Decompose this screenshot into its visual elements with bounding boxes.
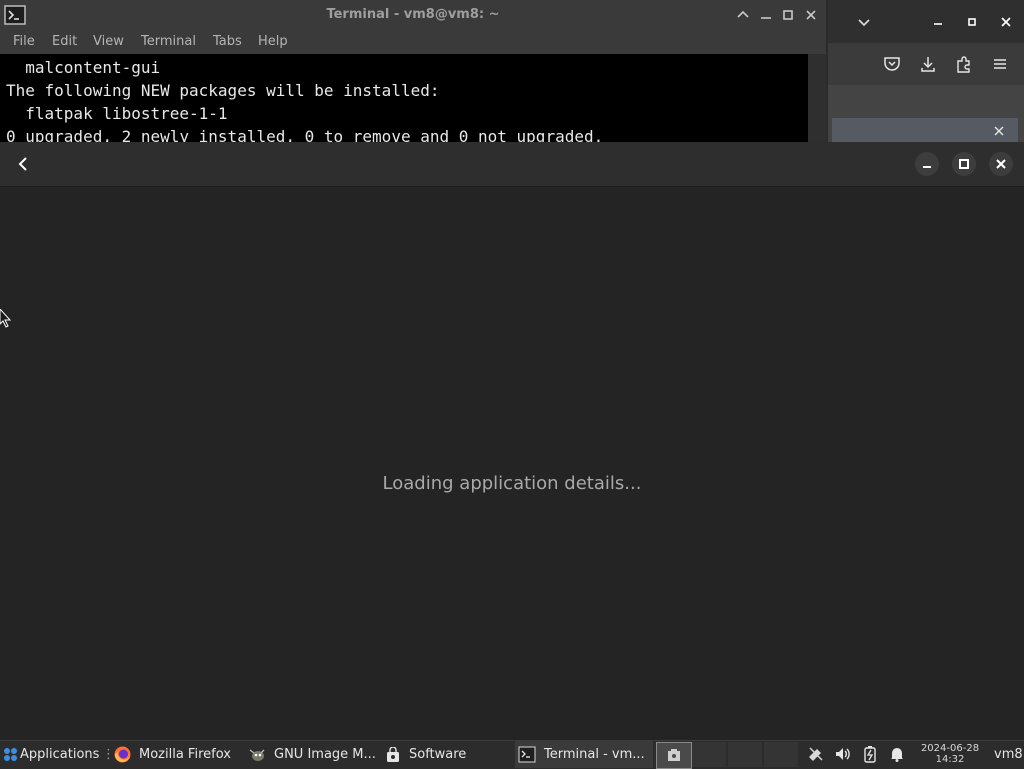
clock-time[interactable]: 14:32 xyxy=(914,754,986,765)
menu-terminal[interactable]: Terminal xyxy=(141,30,196,54)
maximize-button[interactable] xyxy=(952,152,976,176)
loading-message: Loading application details... xyxy=(382,473,642,494)
workspace-2[interactable] xyxy=(692,742,726,767)
notification-bell-icon[interactable] xyxy=(888,745,906,763)
close-button[interactable] xyxy=(989,152,1013,176)
mouse-cursor-icon xyxy=(0,309,12,329)
close-icon xyxy=(996,159,1006,169)
terminal-line: flatpak libostree-1-1 xyxy=(6,104,228,123)
battery-charging-icon[interactable] xyxy=(861,745,879,763)
menu-view[interactable]: View xyxy=(93,30,124,54)
volume-icon[interactable] xyxy=(834,745,852,763)
minimize-icon[interactable] xyxy=(929,13,947,31)
terminal-line: 0 upgraded, 2 newly installed, 0 to remo… xyxy=(6,127,604,142)
taskbar-item-gimp[interactable]: GNU Image M... xyxy=(244,741,382,768)
taskbar-item-label: GNU Image M... xyxy=(274,747,376,762)
firefox-icon xyxy=(114,746,131,763)
menu-edit[interactable]: Edit xyxy=(52,30,77,54)
chevron-up-icon[interactable] xyxy=(734,6,752,24)
maximize-icon[interactable] xyxy=(963,13,981,31)
pocket-icon[interactable] xyxy=(882,54,902,74)
menu-help[interactable]: Help xyxy=(258,30,288,54)
xfce-logo-icon xyxy=(4,748,17,761)
software-headerbar[interactable] xyxy=(0,142,1024,187)
gimp-icon xyxy=(249,749,265,761)
minimize-icon xyxy=(923,166,931,168)
terminal-line: malcontent-gui xyxy=(6,58,161,77)
taskbar-item-label: Terminal - vm... xyxy=(544,747,645,762)
terminal-scrollbar[interactable] xyxy=(808,54,826,142)
close-icon[interactable] xyxy=(997,13,1015,31)
applications-label: Applications xyxy=(20,747,100,762)
software-bag-icon xyxy=(387,747,399,762)
taskbar-item-firefox[interactable]: Mozilla Firefox xyxy=(110,741,242,768)
minimize-button[interactable] xyxy=(915,152,939,176)
back-button[interactable] xyxy=(13,154,33,174)
terminal-window-title: Terminal - vm8@vm8: ~ xyxy=(326,7,500,22)
download-icon[interactable] xyxy=(918,54,938,74)
workspace-3[interactable] xyxy=(728,742,762,767)
software-window xyxy=(0,142,1024,740)
user-menu[interactable]: vm8 xyxy=(994,741,1023,768)
taskbar-item-label: Software xyxy=(409,747,467,762)
firefox-notification-bar xyxy=(832,118,1018,142)
maximize-icon[interactable] xyxy=(779,6,797,24)
maximize-icon xyxy=(959,159,969,169)
terminal-output[interactable]: malcontent-gui The following NEW package… xyxy=(0,54,808,142)
clock-date[interactable]: 2024-06-28 xyxy=(914,743,986,754)
chevron-left-icon xyxy=(18,157,27,171)
workspace-1[interactable] xyxy=(656,742,692,769)
menu-file[interactable]: File xyxy=(13,30,35,54)
terminal-line: The following NEW packages will be insta… xyxy=(6,81,440,100)
taskbar-item-label: Mozilla Firefox xyxy=(139,747,231,762)
menu-icon[interactable] xyxy=(990,54,1010,74)
terminal-icon xyxy=(518,746,536,763)
minimize-icon[interactable] xyxy=(757,6,775,24)
menu-tabs[interactable]: Tabs xyxy=(213,30,242,54)
chevron-down-icon[interactable] xyxy=(855,13,873,31)
workspace-thumbnail-icon xyxy=(668,749,680,761)
close-icon[interactable] xyxy=(992,124,1006,138)
workspace-4[interactable] xyxy=(764,742,798,767)
close-icon[interactable] xyxy=(802,6,820,24)
extensions-icon[interactable] xyxy=(954,54,974,74)
taskbar-item-terminal[interactable]: Terminal - vm... xyxy=(515,741,653,768)
applications-menu-button[interactable]: Applications ⋮ xyxy=(0,741,115,768)
network-disconnected-icon[interactable] xyxy=(807,745,825,763)
taskbar-item-software[interactable]: Software xyxy=(382,741,514,768)
